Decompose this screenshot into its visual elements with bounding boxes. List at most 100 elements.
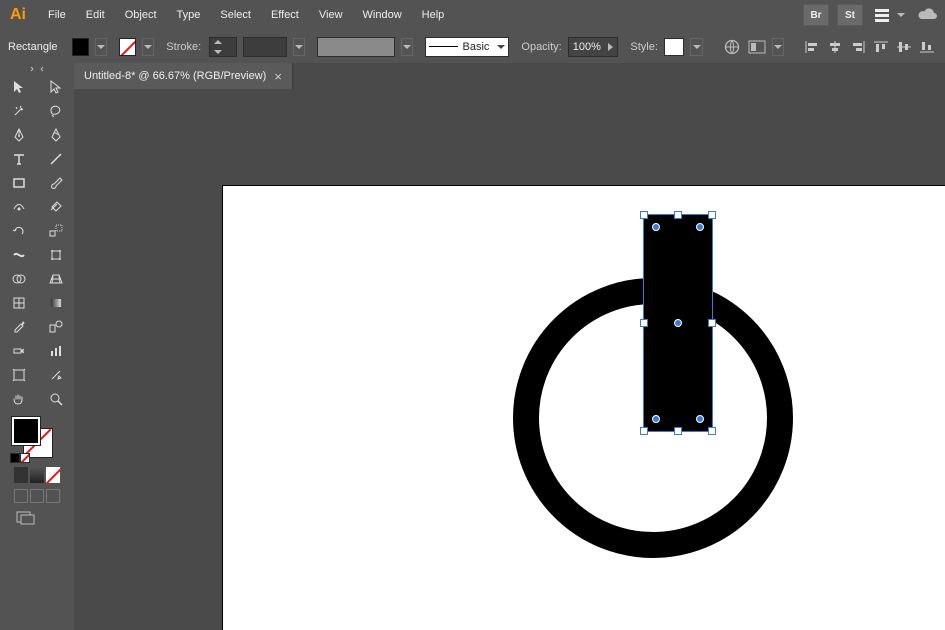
stroke-profile-select[interactable] — [243, 37, 287, 57]
lasso-tool[interactable] — [37, 99, 74, 123]
width-tool[interactable] — [0, 243, 37, 267]
selection-handle[interactable] — [708, 211, 716, 219]
align-vcenter-button[interactable] — [894, 38, 914, 56]
align-top-button[interactable] — [871, 38, 891, 56]
shape-builder-tool[interactable] — [0, 267, 37, 291]
document-tabbar: Untitled-8* @ 66.67% (RGB/Preview) × — [74, 63, 945, 89]
free-transform-tool[interactable] — [37, 243, 74, 267]
selected-rectangle[interactable] — [643, 214, 713, 432]
stroke-label: Stroke: — [166, 41, 201, 53]
selection-handle[interactable] — [674, 427, 682, 435]
center-point[interactable] — [674, 319, 682, 327]
stroke-profile-dropdown[interactable] — [293, 38, 305, 56]
scale-tool[interactable] — [37, 219, 74, 243]
selection-handle[interactable] — [640, 319, 648, 327]
symbol-sprayer-tool[interactable] — [0, 339, 37, 363]
menu-help[interactable]: Help — [414, 5, 453, 25]
align-panel-dropdown[interactable] — [772, 38, 784, 56]
artboard — [222, 185, 945, 630]
paintbrush-tool[interactable] — [37, 171, 74, 195]
chevron-right-icon — [608, 43, 613, 51]
magic-wand-tool[interactable] — [0, 99, 37, 123]
default-fill-stroke[interactable] — [10, 453, 20, 463]
draw-inside-button[interactable] — [46, 489, 60, 503]
corner-widget[interactable] — [652, 223, 660, 231]
brush-basic-select[interactable]: Basic — [425, 37, 509, 57]
recolor-artwork-icon[interactable] — [723, 38, 742, 56]
perspective-grid-tool[interactable] — [37, 267, 74, 291]
eyedropper-tool[interactable] — [0, 315, 37, 339]
gradient-mode-button[interactable] — [30, 467, 44, 483]
pen-tool[interactable] — [0, 123, 37, 147]
menu-effect[interactable]: Effect — [263, 5, 307, 25]
selection-handle[interactable] — [708, 319, 716, 327]
none-mode-button[interactable] — [46, 467, 60, 483]
eraser-tool[interactable] — [37, 195, 74, 219]
draw-behind-button[interactable] — [30, 489, 44, 503]
document-tab[interactable]: Untitled-8* @ 66.67% (RGB/Preview) × — [74, 63, 293, 89]
sync-settings-icon[interactable] — [917, 8, 939, 22]
stock-button[interactable]: St — [837, 4, 863, 26]
color-mode-button[interactable] — [14, 467, 28, 483]
corner-widget[interactable] — [696, 415, 704, 423]
selection-handle[interactable] — [674, 211, 682, 219]
menu-select[interactable]: Select — [212, 5, 259, 25]
opacity-input[interactable]: 100% — [568, 37, 619, 57]
menu-edit[interactable]: Edit — [78, 5, 113, 25]
fill-color-box[interactable] — [12, 417, 40, 445]
align-bottom-button[interactable] — [917, 38, 937, 56]
fill-swatch[interactable] — [72, 38, 89, 56]
curvature-tool[interactable] — [37, 123, 74, 147]
collapse-tools-button[interactable] — [0, 63, 74, 75]
align-hcenter-button[interactable] — [825, 38, 845, 56]
menu-window[interactable]: Window — [355, 5, 410, 25]
hand-tool[interactable] — [0, 387, 37, 411]
selection-handle[interactable] — [708, 427, 716, 435]
arrange-documents-button[interactable] — [875, 9, 905, 22]
draw-normal-button[interactable] — [14, 489, 28, 503]
align-panel-icon[interactable] — [747, 38, 766, 56]
menu-file[interactable]: File — [40, 5, 74, 25]
mesh-tool[interactable] — [0, 291, 37, 315]
align-left-button[interactable] — [802, 38, 822, 56]
fill-dropdown[interactable] — [95, 38, 107, 56]
corner-widget[interactable] — [696, 223, 704, 231]
brush-definition-select[interactable] — [317, 37, 395, 57]
stroke-dropdown[interactable] — [142, 38, 154, 56]
blend-tool[interactable] — [37, 315, 74, 339]
chevron-down-icon — [897, 13, 905, 17]
bridge-button[interactable]: Br — [803, 4, 829, 26]
type-tool[interactable] — [0, 147, 37, 171]
artboard-tool[interactable] — [0, 363, 37, 387]
menu-type[interactable]: Type — [169, 5, 209, 25]
corner-widget[interactable] — [652, 415, 660, 423]
menu-view[interactable]: View — [311, 5, 351, 25]
style-swatch[interactable] — [664, 38, 685, 56]
rotate-tool[interactable] — [0, 219, 37, 243]
zoom-tool[interactable] — [37, 387, 74, 411]
shaper-tool[interactable] — [0, 195, 37, 219]
menu-object[interactable]: Object — [117, 5, 165, 25]
stroke-swatch[interactable] — [119, 38, 136, 56]
selection-handle[interactable] — [640, 211, 648, 219]
brush-definition-dropdown[interactable] — [401, 38, 413, 56]
align-right-button[interactable] — [848, 38, 868, 56]
line-segment-tool[interactable] — [37, 147, 74, 171]
selection-tool[interactable] — [0, 75, 37, 99]
slice-tool[interactable] — [37, 363, 74, 387]
direct-selection-tool[interactable] — [37, 75, 74, 99]
app-logo: Ai — [10, 6, 26, 24]
canvas[interactable] — [74, 89, 945, 630]
style-label: Style: — [630, 41, 658, 53]
gradient-tool[interactable] — [37, 291, 74, 315]
style-dropdown[interactable] — [690, 38, 702, 56]
column-graph-tool[interactable] — [37, 339, 74, 363]
rectangle-tool[interactable] — [0, 171, 37, 195]
close-tab-button[interactable]: × — [274, 69, 282, 84]
screen-mode-button[interactable] — [8, 511, 66, 525]
swap-fill-stroke[interactable] — [20, 453, 30, 463]
selection-handle[interactable] — [640, 427, 648, 435]
menubar: Ai File Edit Object Type Select Effect V… — [0, 0, 945, 30]
stroke-weight-stepper[interactable] — [209, 37, 236, 57]
main-area: Untitled-8* @ 66.67% (RGB/Preview) × — [0, 63, 945, 630]
